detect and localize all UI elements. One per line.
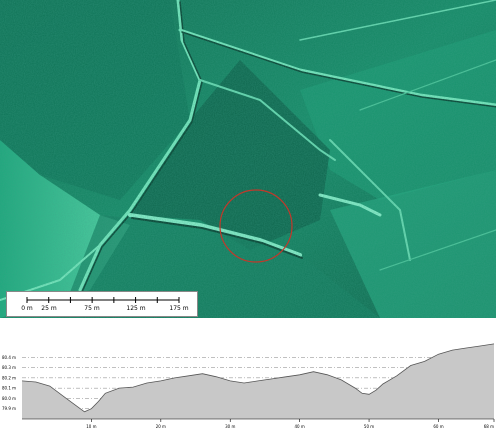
y-tick-label: 80.3 m xyxy=(2,365,16,370)
hillshade-image xyxy=(0,0,496,318)
y-tick-label: 79.9 m xyxy=(2,406,16,411)
scale-label-25: 25 m xyxy=(41,305,57,312)
x-tick-label: 50 m xyxy=(364,424,374,429)
scale-label-75: 75 m xyxy=(84,305,100,312)
x-tick-label: 10 m xyxy=(86,424,96,429)
scale-label-0: 0 m xyxy=(21,305,33,312)
y-tick-label: 80.0 m xyxy=(2,396,16,401)
x-tick-label: 60 m xyxy=(433,424,443,429)
lidar-hillshade-map[interactable] xyxy=(0,0,496,318)
terrain-texture xyxy=(0,0,496,318)
y-tick-label: 80.1 m xyxy=(2,386,16,391)
x-tick-label: 40 m xyxy=(295,424,305,429)
elevation-profile-svg: 80.4 m 80.3 m 80.2 m 80.1 m 80.0 m 79.9 m 10 … xyxy=(0,333,496,432)
scale-bar: 0 m 25 m 75 m 125 m 175 m xyxy=(6,291,198,317)
x-tick-label: 30 m xyxy=(225,424,235,429)
scale-label-175: 175 m xyxy=(169,305,189,312)
scale-bar-graphic xyxy=(26,297,180,303)
x-tick-label: 20 m xyxy=(156,424,166,429)
x-tick-label: 68 m xyxy=(484,424,494,429)
elevation-profile-chart[interactable]: 80.4 m 80.3 m 80.2 m 80.1 m 80.0 m 79.9 m 10 … xyxy=(0,333,496,432)
scale-label-125: 125 m xyxy=(126,305,146,312)
y-tick-label: 80.2 m xyxy=(2,375,16,380)
y-tick-label: 80.4 m xyxy=(2,355,16,360)
